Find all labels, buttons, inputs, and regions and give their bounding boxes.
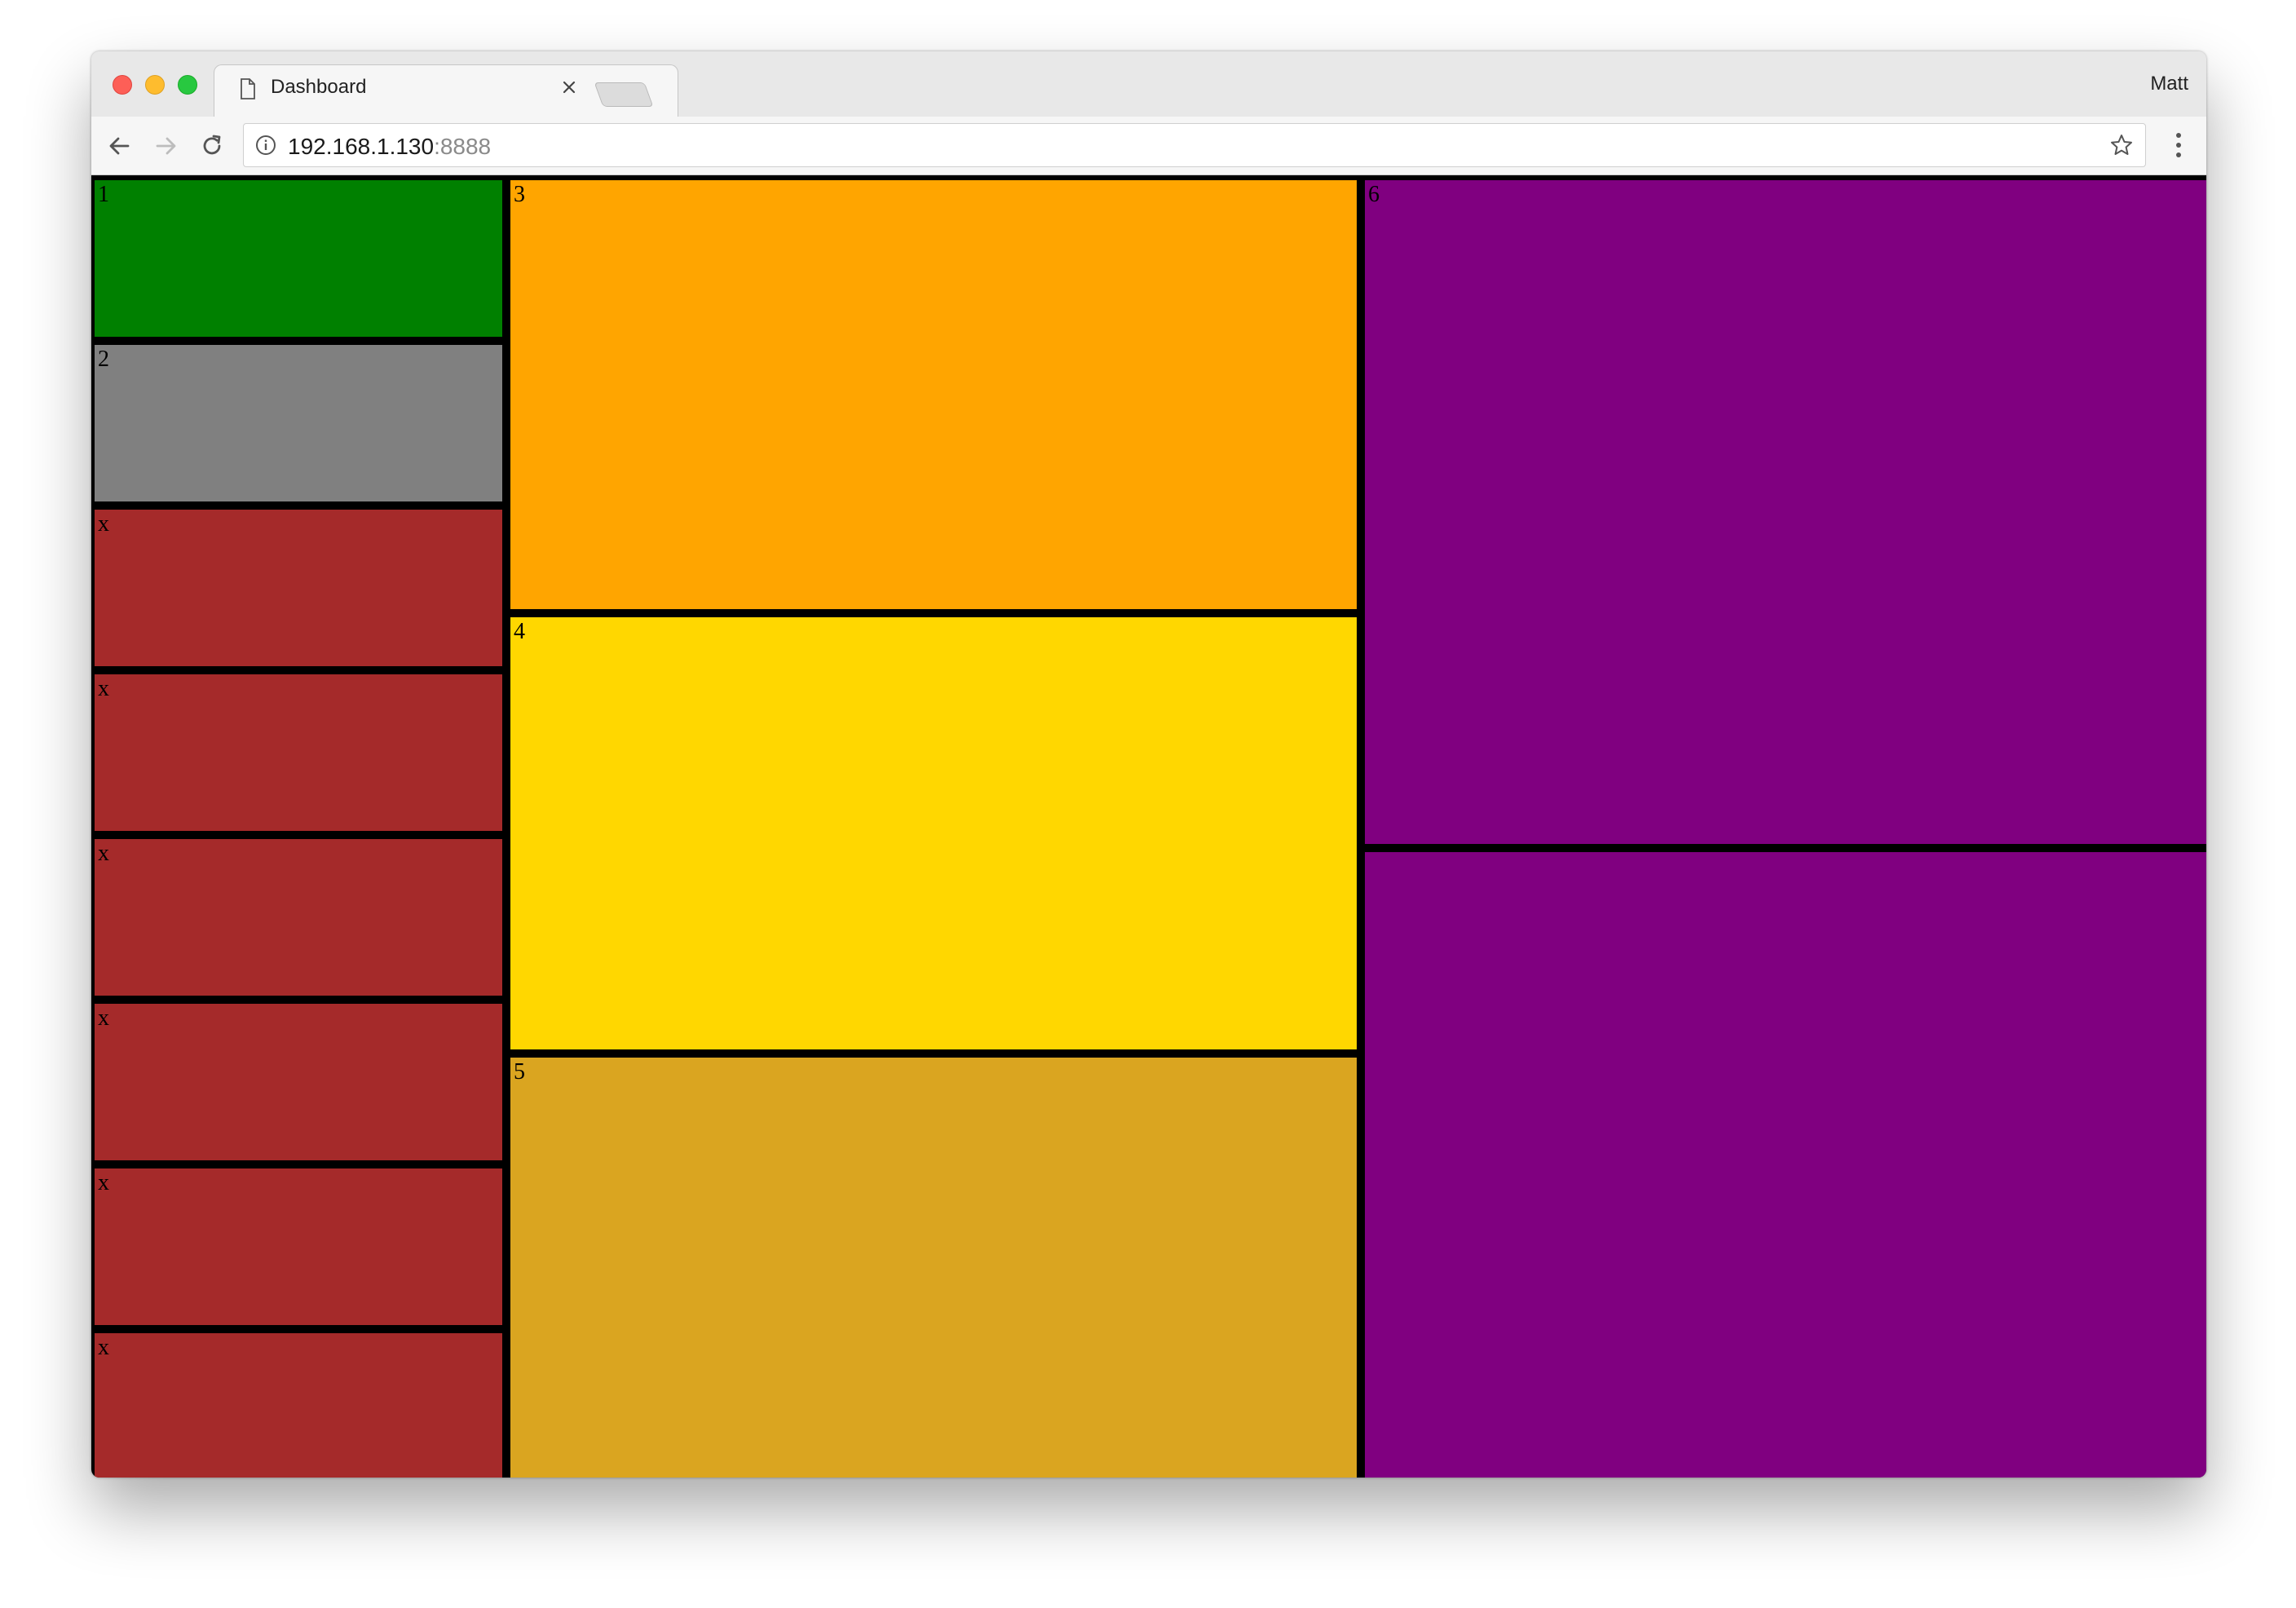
browser-window: Dashboard Matt 192.168.1.130:8888 1 2 x … <box>91 51 2206 1478</box>
minimize-window-button[interactable] <box>145 75 165 95</box>
tile-left-8: x <box>95 1333 502 1478</box>
reload-icon[interactable] <box>199 133 225 159</box>
tile-left-5: x <box>95 839 502 996</box>
tile-left-1: 1 <box>95 180 502 337</box>
url-text: 192.168.1.130:8888 <box>288 134 491 160</box>
tile-right-6: 6 <box>1365 180 2206 844</box>
tile-left-6: x <box>95 1004 502 1160</box>
tile-left-3: x <box>95 510 502 666</box>
address-bar[interactable]: 192.168.1.130:8888 <box>243 123 2146 167</box>
tile-middle-3: 3 <box>510 180 1357 609</box>
tile-left-2: 2 <box>95 345 502 501</box>
tile-left-4: x <box>95 674 502 831</box>
bookmark-star-icon[interactable] <box>2109 133 2134 157</box>
close-window-button[interactable] <box>113 75 132 95</box>
back-arrow-icon[interactable] <box>106 133 132 159</box>
tile-right-7 <box>1365 852 2206 1478</box>
tile-middle-4: 4 <box>510 617 1357 1049</box>
info-icon[interactable] <box>255 135 276 156</box>
url-host: 192.168.1.130 <box>288 134 435 159</box>
dashboard-page: 1 2 x x x x x x 3 4 5 6 <box>91 175 2206 1478</box>
tile-middle-5: 5 <box>510 1058 1357 1478</box>
document-icon <box>241 78 255 99</box>
tab-strip: Dashboard Matt <box>91 51 2206 117</box>
zoom-window-button[interactable] <box>178 75 197 95</box>
close-tab-icon[interactable] <box>559 77 579 97</box>
forward-arrow-icon[interactable] <box>153 133 179 159</box>
profile-name[interactable]: Matt <box>2150 73 2188 95</box>
browser-menu-icon[interactable] <box>2175 131 2182 159</box>
url-port: :8888 <box>434 134 492 159</box>
tile-left-7: x <box>95 1168 502 1325</box>
new-tab-button[interactable] <box>594 82 654 107</box>
tab-title: Dashboard <box>271 76 367 98</box>
toolbar: 192.168.1.130:8888 <box>91 117 2206 175</box>
